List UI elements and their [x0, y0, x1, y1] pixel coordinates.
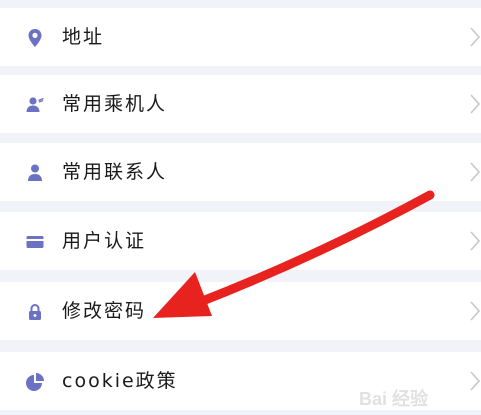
baidu-jingyan-watermark: Bai 经验	[357, 383, 477, 413]
chevron-right-icon	[469, 93, 481, 115]
lock-icon	[25, 302, 45, 322]
pie-chart-icon	[25, 372, 45, 392]
menu-item-change-password[interactable]: 修改密码	[0, 282, 481, 340]
menu-item-address[interactable]: 地址	[0, 8, 481, 66]
settings-page: 地址 常用乘机人 常用联系人 用户认证 修改密码 cookie政策 Bai 经验	[0, 0, 481, 415]
menu-item-frequent-contacts[interactable]: 常用联系人	[0, 143, 481, 201]
menu-item-frequent-passengers[interactable]: 常用乘机人	[0, 75, 481, 133]
chevron-right-icon	[469, 161, 481, 183]
chevron-right-icon	[469, 230, 481, 252]
watermark-text: Bai 经验	[359, 388, 429, 409]
id-card-icon	[25, 232, 45, 252]
menu-item-label: 常用联系人	[62, 161, 168, 183]
location-pin-icon	[25, 28, 45, 48]
menu-item-label: cookie政策	[62, 370, 178, 392]
chevron-right-icon	[469, 300, 481, 322]
settings-menu-list: 地址 常用乘机人 常用联系人 用户认证 修改密码 cookie政策	[0, 0, 481, 415]
passenger-icon	[25, 95, 45, 115]
menu-item-label: 地址	[62, 26, 105, 48]
contact-person-icon	[25, 163, 45, 183]
chevron-right-icon	[469, 26, 481, 48]
menu-item-label: 修改密码	[62, 300, 147, 322]
menu-item-label: 用户认证	[62, 230, 147, 252]
menu-item-label: 常用乘机人	[62, 93, 168, 115]
menu-item-user-verification[interactable]: 用户认证	[0, 212, 481, 270]
